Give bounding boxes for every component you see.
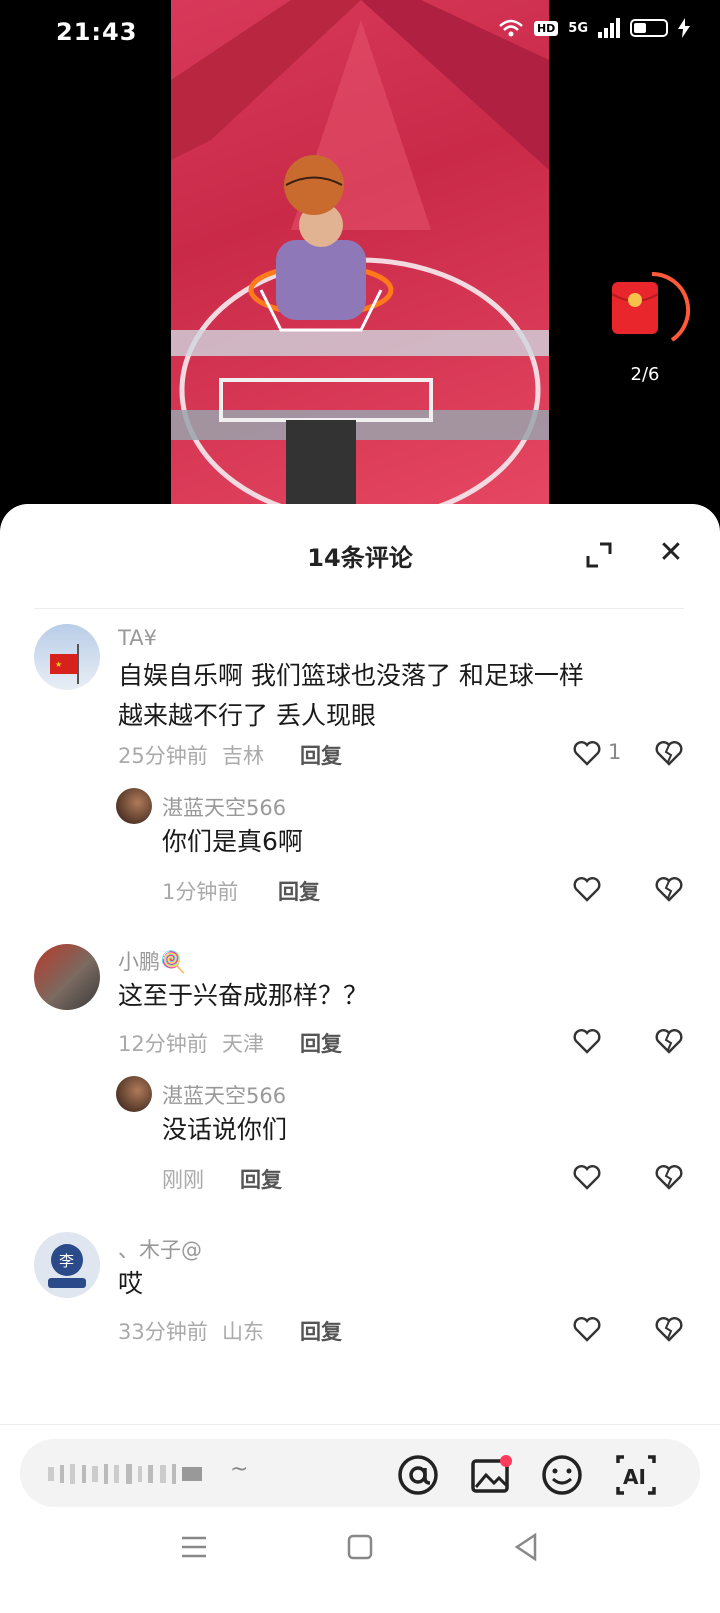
broken-heart-icon[interactable] bbox=[654, 1314, 684, 1344]
signal-icon bbox=[598, 18, 620, 38]
heart-icon[interactable] bbox=[572, 874, 602, 904]
avatar[interactable] bbox=[116, 788, 152, 824]
charging-icon bbox=[678, 18, 690, 38]
svg-text:AI: AI bbox=[623, 1465, 646, 1489]
emoji-icon[interactable] bbox=[540, 1453, 584, 1497]
comment-text: 越来越不行了 丢人现眼 bbox=[118, 701, 376, 730]
comment-username[interactable]: 湛蓝天空566 bbox=[162, 792, 286, 822]
reply-item: 湛蓝天空566 没话说你们 刚刚 回复 bbox=[0, 1072, 720, 1202]
redpacket-button[interactable] bbox=[611, 270, 692, 350]
hd-badge: HD bbox=[533, 20, 559, 36]
broken-heart-icon[interactable] bbox=[654, 1026, 684, 1056]
image-icon[interactable] bbox=[468, 1453, 512, 1497]
comment-text: 自娱自乐啊 我们篮球也没落了 和足球一样 bbox=[118, 661, 584, 690]
video-player[interactable] bbox=[0, 0, 720, 520]
broken-heart-icon[interactable] bbox=[654, 1162, 684, 1192]
like-count: 1 bbox=[608, 740, 622, 764]
ai-icon[interactable]: AI bbox=[614, 1453, 658, 1497]
heart-icon[interactable] bbox=[572, 1314, 602, 1344]
avatar[interactable]: 李 bbox=[34, 1232, 100, 1298]
menu-icon[interactable] bbox=[176, 1529, 212, 1565]
input-placeholder: ~ bbox=[230, 1457, 250, 1482]
comment-username[interactable]: 、木子@ bbox=[118, 1234, 202, 1264]
comment-location: 吉林 bbox=[222, 744, 264, 768]
comment-text: 没话说你们 bbox=[162, 1115, 288, 1144]
blurred-placeholder bbox=[48, 1464, 202, 1484]
broken-heart-icon[interactable] bbox=[654, 874, 684, 904]
wifi-icon bbox=[499, 19, 523, 37]
avatar[interactable] bbox=[34, 944, 100, 1010]
heart-icon[interactable] bbox=[572, 738, 602, 768]
status-bar: 21:43 HD 5G bbox=[0, 0, 720, 64]
comment-text: 你们是真6啊 bbox=[162, 827, 303, 856]
redpacket-icon bbox=[611, 271, 691, 342]
comment-item: 小鹏🍭 这至于兴奋成那样？？ 12分钟前 天津 回复 bbox=[0, 936, 720, 1056]
redpacket-progress: 2/6 bbox=[630, 364, 660, 385]
battery-icon bbox=[630, 19, 668, 37]
svg-text:★: ★ bbox=[55, 660, 62, 669]
divider bbox=[34, 608, 684, 609]
heart-icon[interactable] bbox=[572, 1162, 602, 1192]
comment-username[interactable]: 湛蓝天空566 bbox=[162, 1080, 286, 1110]
comment-time: 1分钟前 bbox=[162, 880, 239, 904]
broken-heart-icon[interactable] bbox=[654, 738, 684, 768]
reply-item: 湛蓝天空566 你们是真6啊 1分钟前 回复 bbox=[0, 784, 720, 914]
reply-button[interactable]: 回复 bbox=[278, 876, 320, 906]
avatar[interactable] bbox=[116, 1076, 152, 1112]
expand-icon[interactable] bbox=[584, 540, 614, 570]
comment-location: 天津 bbox=[222, 1032, 264, 1056]
comment-location: 山东 bbox=[222, 1320, 264, 1344]
comment-input[interactable]: ~ AI bbox=[20, 1439, 700, 1507]
comment-time: 刚刚 bbox=[162, 1168, 204, 1192]
reply-button[interactable]: 回复 bbox=[300, 1316, 342, 1346]
at-icon[interactable] bbox=[396, 1453, 440, 1497]
reply-button[interactable]: 回复 bbox=[240, 1164, 282, 1194]
comment-time: 33分钟前 bbox=[118, 1320, 208, 1344]
comment-item: ★ TA¥ 自娱自乐啊 我们篮球也没落了 和足球一样 越来越不行了 丢人现眼 2… bbox=[0, 614, 720, 774]
home-icon[interactable] bbox=[342, 1529, 378, 1565]
comment-time: 12分钟前 bbox=[118, 1032, 208, 1056]
comment-time: 25分钟前 bbox=[118, 744, 208, 768]
avatar-char: 李 bbox=[59, 1252, 74, 1270]
comment-username[interactable]: 小鹏🍭 bbox=[118, 946, 186, 976]
reply-button[interactable]: 回复 bbox=[300, 1028, 342, 1058]
comment-text: 哎 bbox=[118, 1269, 144, 1298]
reply-button[interactable]: 回复 bbox=[300, 740, 342, 770]
heart-icon[interactable] bbox=[572, 1026, 602, 1056]
sheet-header: 14条评论 ✕ bbox=[0, 504, 720, 608]
avatar[interactable]: ★ bbox=[34, 624, 100, 690]
comment-username[interactable]: TA¥ bbox=[118, 626, 157, 650]
network-type: 5G bbox=[568, 20, 588, 36]
comment-item: 李 、木子@ 哎 33分钟前 山东 回复 bbox=[0, 1224, 720, 1344]
comment-text: 这至于兴奋成那样？？ bbox=[118, 981, 369, 1010]
video-frame bbox=[171, 0, 549, 510]
status-time: 21:43 bbox=[56, 18, 138, 46]
comment-input-bar: ~ AI bbox=[0, 1424, 720, 1613]
back-icon[interactable] bbox=[508, 1529, 544, 1565]
close-icon[interactable]: ✕ bbox=[654, 536, 688, 570]
